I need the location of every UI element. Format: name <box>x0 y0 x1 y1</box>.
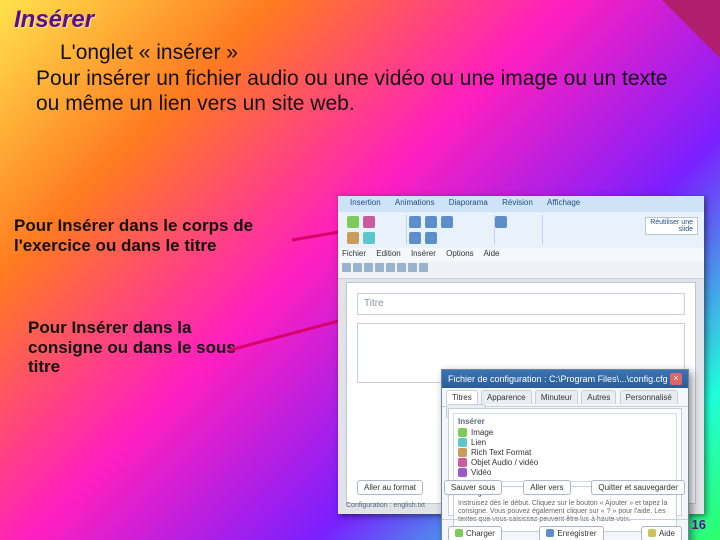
help-icon <box>648 529 656 537</box>
insert-option[interactable]: Vidéo <box>458 468 672 477</box>
close-icon[interactable]: × <box>670 373 682 385</box>
doc-toolbar <box>338 262 704 279</box>
menu-item[interactable]: Aide <box>483 249 499 258</box>
generic-icon[interactable] <box>425 232 437 244</box>
ribbon-tab[interactable]: Animations <box>395 198 435 207</box>
generic-icon[interactable] <box>441 216 453 228</box>
toolbar-icon[interactable] <box>419 263 428 272</box>
ribbon-right: Réutiliser uneslide <box>645 216 698 236</box>
title-field[interactable]: Titre <box>357 293 685 315</box>
insert-option[interactable]: Objet Audio / vidéo <box>458 458 672 467</box>
doc-bottom-buttons: Aller au format Sauver sous Aller vers Q… <box>357 480 685 495</box>
generic-icon[interactable] <box>495 216 507 228</box>
ribbon-group-2 <box>402 215 495 245</box>
toolbar-icon[interactable] <box>386 263 395 272</box>
ribbon-group-media <box>340 215 407 245</box>
toolbar-icon[interactable] <box>353 263 362 272</box>
doc-canvas: Titre Fichier de configuration : C:\Prog… <box>346 282 696 504</box>
statusbar-left: Configuration : english.txt <box>346 502 425 512</box>
insert-group-label: Insérer <box>458 417 672 426</box>
dialog-tab[interactable]: Autres <box>581 390 616 404</box>
dialog-tab[interactable]: Minuteur <box>535 390 578 404</box>
app-screenshot: Insertion Animations Diaporama Révision … <box>338 196 704 514</box>
image-icon <box>458 428 467 437</box>
sound-icon[interactable] <box>363 216 375 228</box>
generic-icon[interactable] <box>425 216 437 228</box>
page-number: 16 <box>692 517 706 532</box>
doc-button[interactable]: Sauver sous <box>444 480 502 495</box>
image-icon[interactable] <box>347 216 359 228</box>
generic-icon[interactable] <box>409 232 421 244</box>
dialog-tab[interactable]: Personnalisé <box>620 390 678 404</box>
insert-group: Insérer Image Lien Rich Text Format Obje… <box>453 413 677 482</box>
menu-item[interactable]: Insérer <box>411 249 436 258</box>
dialog-footer: Charger Enregistrer Aide <box>442 519 688 540</box>
load-icon <box>455 529 463 537</box>
dialog-title-text: Fichier de configuration : C:\Program Fi… <box>448 374 668 384</box>
toolbar-icon[interactable] <box>397 263 406 272</box>
toolbar-icon[interactable] <box>342 263 351 272</box>
caption-body-title: Pour Insérer dans le corps de l'exercice… <box>14 216 324 255</box>
dialog-titlebar: Fichier de configuration : C:\Program Fi… <box>442 370 688 388</box>
statusbar: Configuration : english.txt <box>346 502 696 512</box>
slide-title: Insérer <box>14 6 94 34</box>
link-icon[interactable] <box>363 232 375 244</box>
doc-button[interactable]: Quitter et sauvegarder <box>591 480 685 495</box>
load-button[interactable]: Charger <box>448 526 502 540</box>
document-area: Fichier Edition Insérer Options Aide Tit… <box>338 248 704 514</box>
insert-option[interactable]: Lien <box>458 438 672 447</box>
ribbon-tab[interactable]: Révision <box>502 198 533 207</box>
insert-option[interactable]: Rich Text Format <box>458 448 672 457</box>
generic-icon[interactable] <box>409 216 421 228</box>
menu-item[interactable]: Options <box>446 249 474 258</box>
doc-button[interactable]: Aller vers <box>523 480 570 495</box>
toolbar-icon[interactable] <box>408 263 417 272</box>
rtf-icon <box>458 448 467 457</box>
link-icon <box>458 438 467 447</box>
save-button[interactable]: Enregistrer <box>539 526 603 540</box>
video-icon <box>458 468 467 477</box>
reuse-slide-button[interactable]: Réutiliser uneslide <box>645 217 698 235</box>
main-para-line1: L'onglet « insérer » <box>60 40 676 66</box>
main-paragraph: L'onglet « insérer » Pour insérer un fic… <box>36 40 676 117</box>
text-icon[interactable] <box>347 232 359 244</box>
doc-button[interactable]: Aller au format <box>357 480 423 495</box>
dialog-tabs: Titres Apparence Minuteur Autres Personn… <box>442 388 688 407</box>
ribbon-tabs: Insertion Animations Diaporama Révision … <box>338 196 704 212</box>
menu-item[interactable]: Edition <box>376 249 400 258</box>
ribbon-bar: Réutiliser uneslide <box>338 212 704 249</box>
main-para-rest: Pour insérer un fichier audio ou une vid… <box>36 66 676 117</box>
toolbar-icon[interactable] <box>375 263 384 272</box>
audio-icon <box>458 458 467 467</box>
ribbon-tab[interactable]: Diaporama <box>449 198 488 207</box>
help-button[interactable]: Aide <box>641 526 682 540</box>
dialog-body: Insérer Image Lien Rich Text Format Obje… <box>448 408 682 516</box>
dialog-tab[interactable]: Apparence <box>481 390 532 404</box>
menu-item[interactable]: Fichier <box>342 249 366 258</box>
insert-option[interactable]: Image <box>458 428 672 437</box>
caption-consigne: Pour Insérer dans la consigne ou dans le… <box>28 318 258 377</box>
toolbar-icon[interactable] <box>364 263 373 272</box>
ribbon-tab[interactable]: Affichage <box>547 198 580 207</box>
ribbon-tab[interactable]: Insertion <box>350 198 381 207</box>
ribbon-group-3 <box>488 215 543 245</box>
config-dialog: Fichier de configuration : C:\Program Fi… <box>441 369 689 540</box>
dialog-tab[interactable]: Titres <box>446 390 478 404</box>
save-icon <box>546 529 554 537</box>
